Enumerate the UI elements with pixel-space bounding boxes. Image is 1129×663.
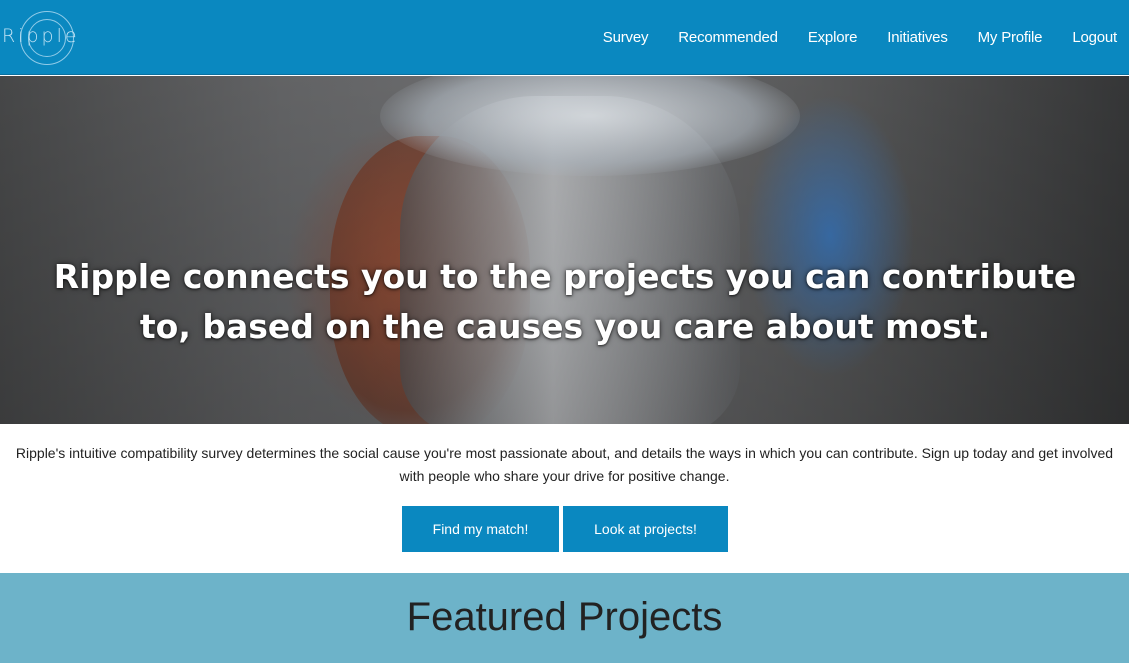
logo-text: Ripple: [2, 25, 80, 47]
navbar: Ripple Survey Recommended Explore Initia…: [0, 0, 1129, 75]
cta-buttons: Find my match! Look at projects!: [402, 506, 728, 552]
featured-projects-section: Featured Projects: [0, 573, 1129, 663]
nav-my-profile[interactable]: My Profile: [963, 0, 1058, 75]
nav-explore[interactable]: Explore: [793, 0, 872, 75]
hero-overlay: [0, 76, 1129, 424]
intro-text: Ripple's intuitive compatibility survey …: [15, 445, 1114, 484]
find-my-match-button[interactable]: Find my match!: [402, 506, 559, 552]
nav-survey[interactable]: Survey: [588, 0, 664, 75]
main-nav: Survey Recommended Explore Initiatives M…: [588, 0, 1117, 75]
nav-recommended[interactable]: Recommended: [663, 0, 793, 75]
nav-initiatives[interactable]: Initiatives: [872, 0, 962, 75]
ripple-logo[interactable]: Ripple: [2, 10, 92, 66]
hero-heading: Ripple connects you to the projects you …: [53, 257, 1077, 346]
look-at-projects-button[interactable]: Look at projects!: [563, 506, 728, 552]
nav-logout[interactable]: Logout: [1057, 0, 1117, 75]
hero-banner: Ripple connects you to the projects you …: [0, 76, 1129, 424]
featured-projects-title: Featured Projects: [406, 595, 723, 639]
